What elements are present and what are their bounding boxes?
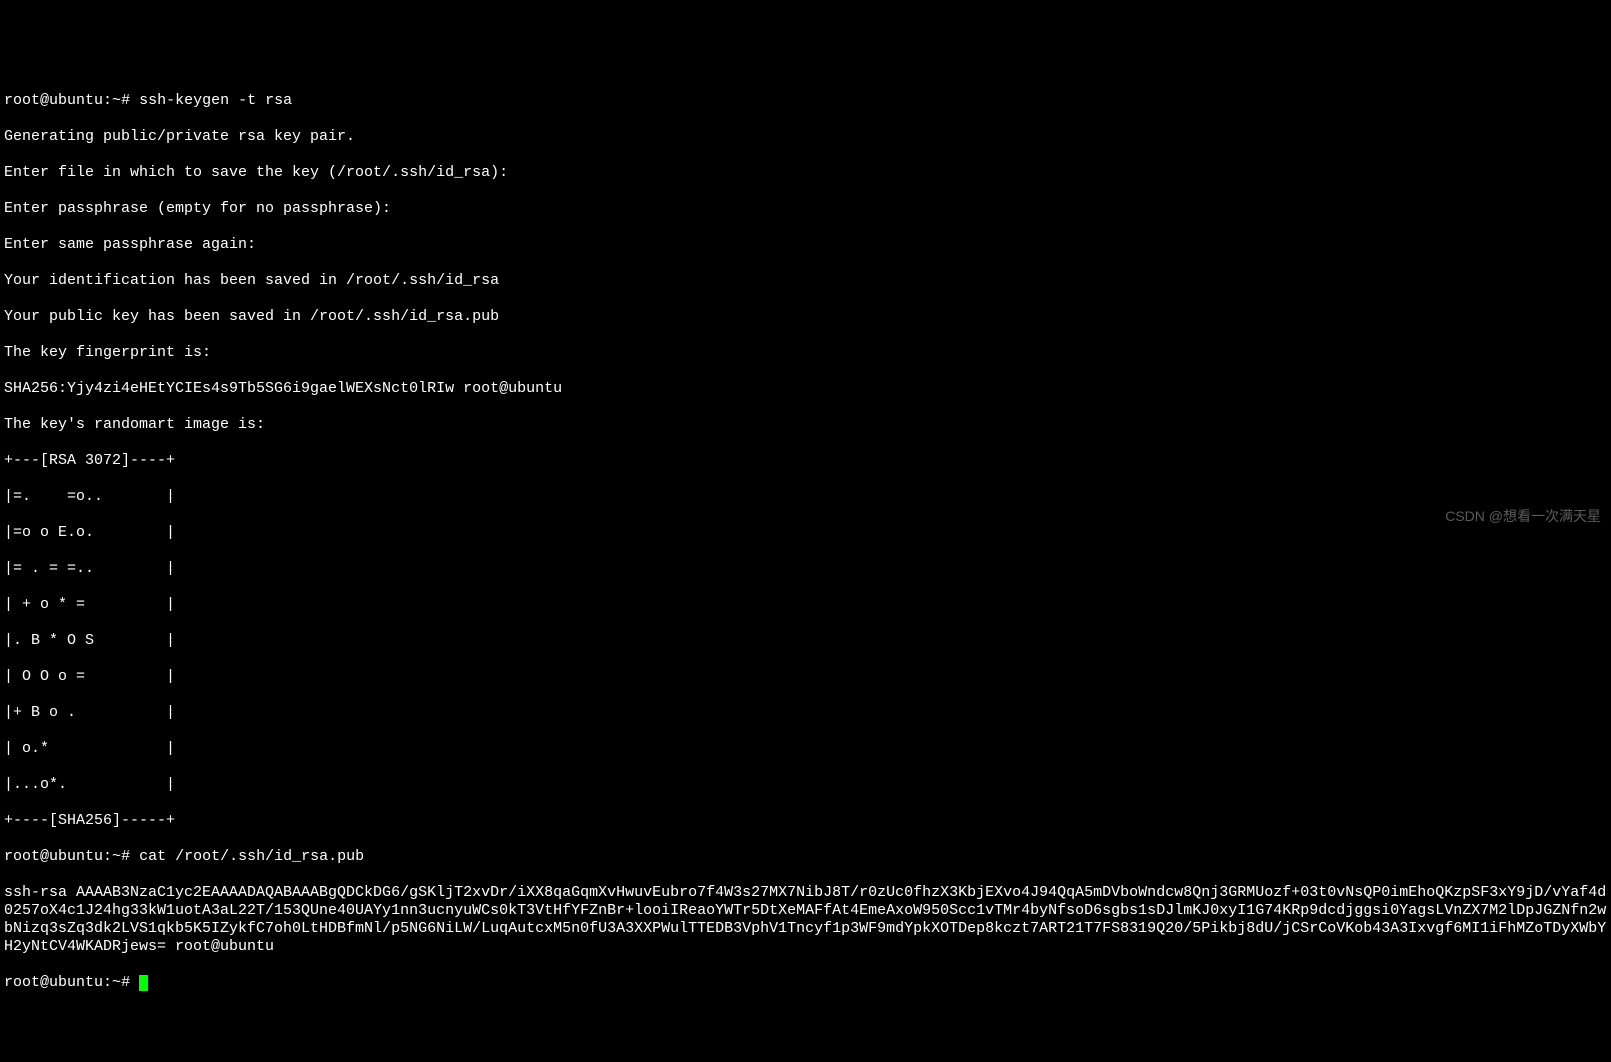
randomart-line: |=o o E.o. | xyxy=(4,524,1607,542)
randomart-line: |+ B o . | xyxy=(4,704,1607,722)
output-line: Enter passphrase (empty for no passphras… xyxy=(4,200,1607,218)
cursor-icon xyxy=(139,975,148,991)
output-line: Your public key has been saved in /root/… xyxy=(4,308,1607,326)
output-line: Enter same passphrase again: xyxy=(4,236,1607,254)
watermark-text: CSDN @想看一次满天星 xyxy=(1445,508,1601,525)
randomart-line: | o.* | xyxy=(4,740,1607,758)
output-line: Enter file in which to save the key (/ro… xyxy=(4,164,1607,182)
command-1: ssh-keygen -t rsa xyxy=(139,92,292,109)
prompt-line-2: root@ubuntu:~# cat /root/.ssh/id_rsa.pub xyxy=(4,848,1607,866)
prompt-path: ~ xyxy=(112,92,121,109)
output-line: The key fingerprint is: xyxy=(4,344,1607,362)
output-line: Your identification has been saved in /r… xyxy=(4,272,1607,290)
command-2: cat /root/.ssh/id_rsa.pub xyxy=(139,848,364,865)
prompt-userhost: root@ubuntu xyxy=(4,92,103,109)
prompt-path: ~ xyxy=(112,848,121,865)
randomart-line: +----[SHA256]-----+ xyxy=(4,812,1607,830)
randomart-line: |= . = =.. | xyxy=(4,560,1607,578)
prompt-line-3[interactable]: root@ubuntu:~# xyxy=(4,974,1607,992)
prompt-path: ~ xyxy=(112,974,121,991)
prompt-userhost: root@ubuntu xyxy=(4,848,103,865)
randomart-line: |. B * O S | xyxy=(4,632,1607,650)
output-line: Generating public/private rsa key pair. xyxy=(4,128,1607,146)
prompt-line-1: root@ubuntu:~# ssh-keygen -t rsa xyxy=(4,92,1607,110)
randomart-line: |=. =o.. | xyxy=(4,488,1607,506)
pubkey-output: ssh-rsa AAAAB3NzaC1yc2EAAAADAQABAAABgQDC… xyxy=(4,884,1607,956)
randomart-line: +---[RSA 3072]----+ xyxy=(4,452,1607,470)
terminal-output[interactable]: root@ubuntu:~# ssh-keygen -t rsa Generat… xyxy=(4,74,1607,1010)
randomart-line: | + o * = | xyxy=(4,596,1607,614)
randomart-line: |...o*. | xyxy=(4,776,1607,794)
output-line: The key's randomart image is: xyxy=(4,416,1607,434)
prompt-userhost: root@ubuntu xyxy=(4,974,103,991)
output-line: SHA256:Yjy4zi4eHEtYCIEs4s9Tb5SG6i9gaelWE… xyxy=(4,380,1607,398)
randomart-line: | O O o = | xyxy=(4,668,1607,686)
